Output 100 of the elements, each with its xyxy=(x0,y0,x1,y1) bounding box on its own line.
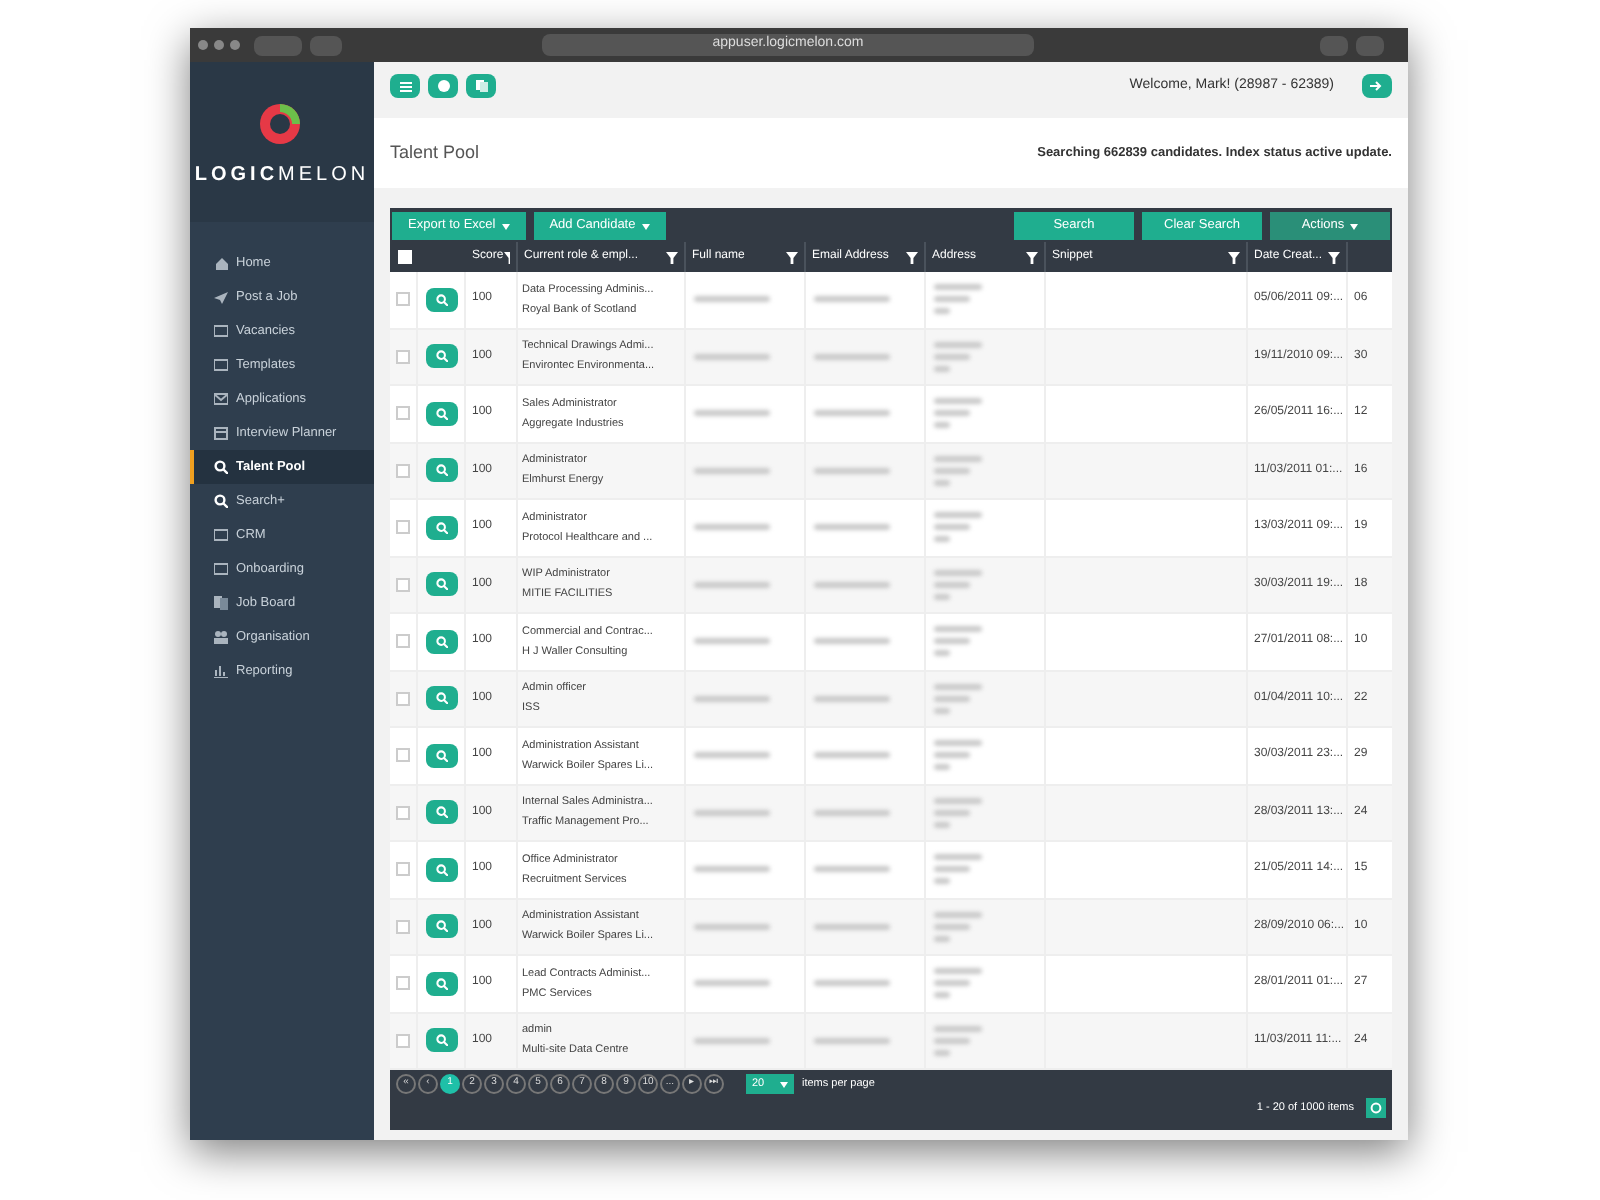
filter-icon[interactable] xyxy=(1228,251,1240,263)
caret-icon xyxy=(780,1081,788,1087)
search-icon xyxy=(435,407,447,420)
filter-icon[interactable] xyxy=(503,251,510,263)
redacted-text xyxy=(814,638,890,645)
redacted-text xyxy=(694,752,770,759)
filter-icon[interactable] xyxy=(906,251,918,263)
redacted-text xyxy=(814,581,890,588)
filter-icon[interactable] xyxy=(786,251,798,263)
row-checkbox[interactable] xyxy=(396,1033,410,1048)
search-icon xyxy=(435,692,447,705)
search-icon xyxy=(435,920,447,933)
redacted-text xyxy=(934,512,982,519)
bar-chart-icon xyxy=(214,664,228,678)
view-button[interactable] xyxy=(425,686,457,711)
row-checkbox[interactable] xyxy=(396,463,410,478)
row-checkbox[interactable] xyxy=(396,919,410,934)
search-icon xyxy=(435,977,447,990)
help-button[interactable] xyxy=(428,74,458,98)
search-icon xyxy=(435,464,447,477)
list-icon xyxy=(214,528,228,542)
view-button[interactable] xyxy=(425,344,457,369)
row-checkbox[interactable] xyxy=(396,748,410,763)
search-icon xyxy=(435,350,447,363)
redacted-text xyxy=(934,410,970,417)
redacted-text xyxy=(814,524,890,531)
search-icon xyxy=(435,863,447,876)
redacted-text xyxy=(814,467,890,474)
menu-icon xyxy=(399,81,411,91)
row-checkbox[interactable] xyxy=(396,976,410,991)
view-button[interactable] xyxy=(425,401,457,426)
redacted-text xyxy=(694,296,770,303)
people-icon xyxy=(214,630,228,644)
filter-icon[interactable] xyxy=(666,251,678,263)
redacted-text xyxy=(934,740,982,747)
redacted-text xyxy=(934,536,950,543)
paper-plane-icon xyxy=(214,290,228,304)
search-icon xyxy=(435,521,447,534)
row-checkbox[interactable] xyxy=(396,862,410,877)
redacted-text xyxy=(934,980,970,987)
redacted-text xyxy=(814,410,890,417)
row-checkbox[interactable] xyxy=(396,292,410,307)
search-icon xyxy=(435,749,447,762)
row-checkbox[interactable] xyxy=(396,634,410,649)
filter-icon[interactable] xyxy=(1026,251,1038,263)
row-checkbox[interactable] xyxy=(396,406,410,421)
tabs-icon[interactable] xyxy=(1356,35,1384,55)
logout-button[interactable] xyxy=(1362,74,1392,98)
sidebar-toggle-icon[interactable] xyxy=(310,35,342,55)
envelope-icon xyxy=(214,392,228,406)
redacted-text xyxy=(934,854,982,861)
search-icon xyxy=(435,1034,447,1047)
redacted-text xyxy=(934,878,950,885)
redacted-text xyxy=(934,764,950,771)
back-forward-icon[interactable] xyxy=(254,35,302,55)
row-checkbox[interactable] xyxy=(396,349,410,364)
share-icon[interactable] xyxy=(1320,35,1348,55)
view-button[interactable] xyxy=(425,743,457,768)
redacted-text xyxy=(814,866,890,873)
select-all-checkbox[interactable] xyxy=(397,250,411,264)
refresh-button[interactable] xyxy=(1366,1098,1386,1118)
redacted-text xyxy=(694,695,770,702)
view-button[interactable] xyxy=(425,914,457,939)
view-button[interactable] xyxy=(425,1028,457,1053)
redacted-text xyxy=(814,980,890,987)
search-icon xyxy=(214,494,228,508)
redacted-text xyxy=(934,638,970,645)
documents-button[interactable] xyxy=(466,74,496,98)
redacted-text xyxy=(814,809,890,816)
page-title: Talent Pool xyxy=(390,139,480,166)
documents-icon xyxy=(214,596,228,610)
row-checkbox[interactable] xyxy=(396,691,410,706)
redacted-text xyxy=(694,467,770,474)
view-button[interactable] xyxy=(425,857,457,882)
redacted-text xyxy=(694,581,770,588)
redacted-text xyxy=(694,353,770,360)
view-button[interactable] xyxy=(425,287,457,312)
calendar-icon xyxy=(214,426,228,440)
menu-button[interactable] xyxy=(390,74,420,98)
redacted-text xyxy=(814,695,890,702)
view-button[interactable] xyxy=(425,800,457,825)
view-button[interactable] xyxy=(425,971,457,996)
row-checkbox[interactable] xyxy=(396,520,410,535)
view-button[interactable] xyxy=(425,458,457,483)
row-checkbox[interactable] xyxy=(396,577,410,592)
list-icon xyxy=(214,358,228,372)
view-button[interactable] xyxy=(425,572,457,597)
filter-icon[interactable] xyxy=(1328,251,1340,263)
logo-text: LOGIC MELON xyxy=(194,161,370,189)
redacted-text xyxy=(694,866,770,873)
help-icon xyxy=(437,80,449,92)
house-icon xyxy=(214,256,228,270)
caret-icon xyxy=(641,223,650,229)
redacted-text xyxy=(934,992,950,999)
redacted-text xyxy=(934,968,982,975)
view-button[interactable] xyxy=(425,515,457,540)
redacted-text xyxy=(934,866,970,873)
view-button[interactable] xyxy=(425,629,457,654)
row-checkbox[interactable] xyxy=(396,805,410,820)
redacted-text xyxy=(934,422,950,429)
